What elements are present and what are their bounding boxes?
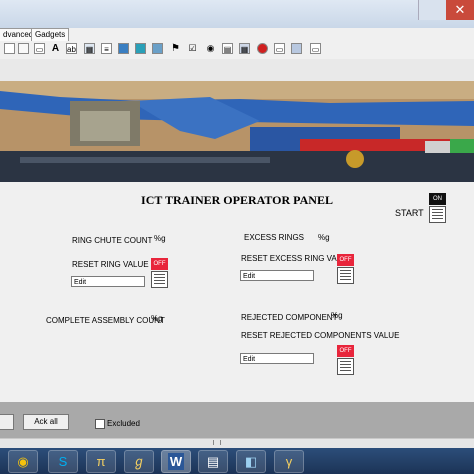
excluded-checkbox[interactable] <box>95 419 105 429</box>
panel-icon[interactable]: ◉ <box>205 43 216 54</box>
close-button[interactable]: ✕ <box>446 0 474 20</box>
grid-icon[interactable] <box>152 43 163 54</box>
scroll-grip-icon[interactable] <box>213 440 221 445</box>
reset-excess-toggle-state: OFF <box>337 254 354 266</box>
start-toggle-state: ON <box>429 193 446 205</box>
gray-band <box>0 59 474 81</box>
maximize-button[interactable] <box>418 0 447 20</box>
chrome-icon[interactable]: ◉ <box>8 450 38 473</box>
flag-icon[interactable]: ⚑ <box>170 43 181 54</box>
excluded-label: Excluded <box>107 419 140 428</box>
monitor2-icon[interactable] <box>135 43 146 54</box>
complete-assembly-count-value: %g <box>151 314 163 323</box>
gamma-icon[interactable]: γ <box>274 450 304 473</box>
machine-photo <box>0 81 474 182</box>
notepad-icon[interactable]: ◧ <box>236 450 266 473</box>
tab-row <box>0 28 474 41</box>
doc-icon[interactable] <box>18 43 29 54</box>
calculator-icon[interactable]: ▤ <box>198 450 228 473</box>
A-letter-icon[interactable]: A <box>50 43 61 54</box>
left-button[interactable] <box>0 414 14 430</box>
reset-rejected-label: RESET REJECTED COMPONENTS VALUE <box>241 331 400 340</box>
reset-excess-toggle[interactable] <box>337 267 354 284</box>
excess-rings-label: EXCESS RINGS <box>244 233 305 242</box>
reset-ring-edit[interactable]: Edit <box>71 276 145 287</box>
reset-rejected-toggle-state: OFF <box>337 345 354 357</box>
reset-rejected-edit[interactable]: Edit <box>240 353 314 364</box>
rejected-component-value: %g <box>331 311 343 320</box>
ack-all-button[interactable]: Ack all <box>23 414 69 430</box>
reset-excess-ring-label: RESET EXCESS RING VALUE <box>241 254 353 263</box>
skype-icon[interactable]: S <box>48 450 78 473</box>
reset-ring-value-label: RESET RING VALUE <box>72 260 149 269</box>
input-box-icon[interactable]: ab <box>66 43 77 54</box>
excess-rings-value: %g <box>318 233 330 242</box>
complete-assembly-count-label: COMPLETE ASSEMBLY COUNT <box>46 316 165 325</box>
gauge-icon[interactable] <box>291 43 302 54</box>
rejected-component-label: REJECTED COMPONENT <box>241 313 338 322</box>
window-titlebar <box>0 0 474 29</box>
pi-icon[interactable]: π <box>86 450 116 473</box>
panel-title: ICT TRAINER OPERATOR PANEL <box>141 193 333 207</box>
start-label: START <box>395 208 424 218</box>
chart-icon[interactable]: ≡ <box>101 43 112 54</box>
reset-ring-toggle-state: OFF <box>151 258 168 270</box>
image-icon[interactable]: ▦ <box>84 43 95 54</box>
slider-icon[interactable]: ▭ <box>274 43 285 54</box>
start-toggle[interactable] <box>429 206 446 223</box>
ring-chute-count-label: RING CHUTE COUNT <box>72 236 153 245</box>
ring-chute-count-value: %g <box>154 234 166 243</box>
stop-icon[interactable] <box>257 43 268 54</box>
reset-excess-edit[interactable]: Edit <box>240 270 314 281</box>
window-icon[interactable]: ▭ <box>310 43 321 54</box>
reset-ring-toggle[interactable] <box>151 271 168 288</box>
script-icon[interactable]: ℊ <box>124 450 154 473</box>
tab-gadgets[interactable]: Gadgets <box>31 28 70 41</box>
monitor-icon[interactable] <box>118 43 129 54</box>
reset-rejected-toggle[interactable] <box>337 358 354 375</box>
record-icon[interactable]: ▦ <box>239 43 250 54</box>
page-icon[interactable] <box>4 43 15 54</box>
table-icon[interactable]: ▤ <box>222 43 233 54</box>
text-icon[interactable]: ▭ <box>34 43 45 54</box>
word-icon[interactable]: W <box>161 450 191 473</box>
radio-icon[interactable]: ☑ <box>187 43 198 54</box>
alarm-bar <box>0 402 474 438</box>
